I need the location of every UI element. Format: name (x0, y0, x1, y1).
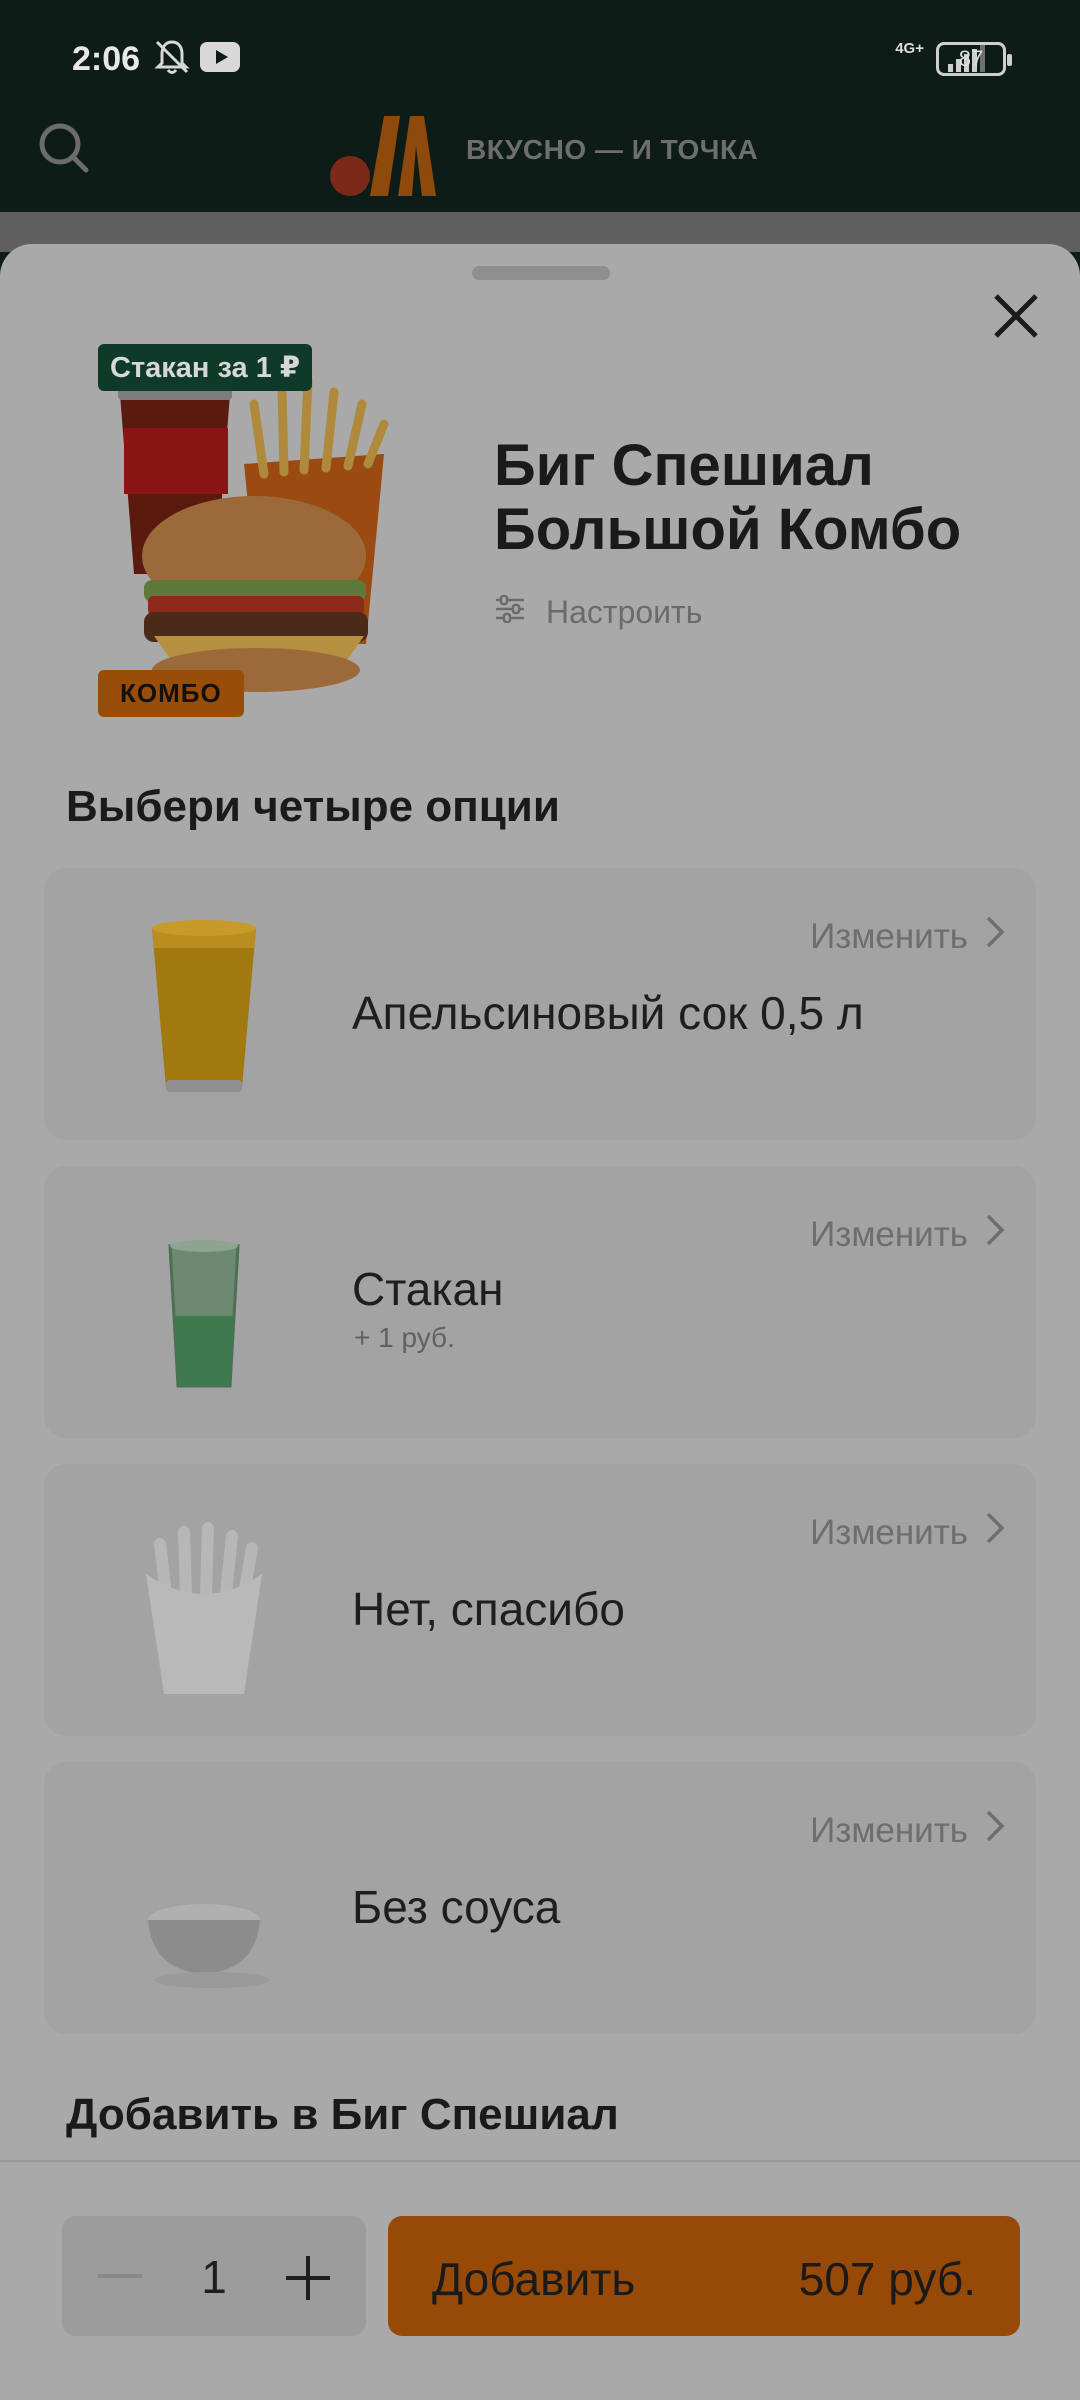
network-type: 4G+ (895, 40, 924, 57)
option-label: Стакан (352, 1263, 504, 1315)
option-card-sauce[interactable]: Изменить Без соуса (44, 1762, 1036, 2034)
glass-image (124, 1206, 284, 1406)
option-change-link[interactable]: Изменить (810, 914, 1006, 959)
product-title-line1: Биг Спешиал (494, 433, 874, 498)
option-card-juice[interactable]: Изменить Апельсиновый сок 0,5 л (44, 868, 1036, 1140)
option-change-label: Изменить (810, 1810, 968, 1850)
chevron-right-icon (984, 914, 1006, 959)
chevron-right-icon (984, 1212, 1006, 1257)
option-card-glass[interactable]: Изменить Стакан + 1 руб. (44, 1166, 1036, 1438)
add-button-label: Добавить (432, 2253, 636, 2305)
add-section-title: Добавить в Биг Спешиал (66, 2090, 619, 2139)
customize-label: Настроить (546, 594, 703, 630)
option-label: Без соуса (352, 1881, 561, 1933)
combo-badge: КОМБО (98, 670, 244, 717)
chevron-right-icon (984, 1808, 1006, 1853)
option-change-label: Изменить (810, 1512, 968, 1552)
fries-placeholder-image (124, 1504, 284, 1704)
brand-logo-icon (326, 106, 446, 207)
sauce-bowl-image (124, 1802, 284, 2002)
close-icon[interactable] (980, 280, 1050, 350)
quantity-stepper: 1 (62, 2216, 366, 2336)
customize-button[interactable]: Настроить (494, 594, 702, 631)
option-label: Апельсиновый сок 0,5 л (352, 987, 864, 1039)
product-image (94, 344, 424, 714)
add-to-cart-button[interactable]: Добавить 507 руб. (388, 2216, 1020, 2336)
option-card-fries[interactable]: Изменить Нет, спасибо (44, 1464, 1036, 1736)
plus-icon[interactable] (284, 2254, 332, 2302)
product-title: Биг Спешиал Большой Комбо (494, 434, 1034, 562)
option-change-link[interactable]: Изменить (810, 1808, 1006, 1853)
sheet-drag-handle[interactable] (472, 266, 610, 280)
search-icon[interactable] (36, 120, 92, 181)
sliders-icon (494, 594, 526, 631)
option-change-link[interactable]: Изменить (810, 1510, 1006, 1555)
promo-badge: Стакан за 1 ₽ (98, 344, 313, 391)
youtube-icon (200, 42, 240, 77)
footer-bar: 1 Добавить 507 руб. (0, 2162, 1080, 2400)
chevron-right-icon (984, 1510, 1006, 1555)
option-change-label: Изменить (810, 916, 968, 956)
notifications-muted-icon (154, 38, 190, 81)
orange-juice-image (124, 908, 284, 1108)
option-change-link[interactable]: Изменить (810, 1212, 1006, 1257)
option-change-label: Изменить (810, 1214, 968, 1254)
product-sheet: Стакан за 1 ₽ КОМБО Биг Спешиал Большой … (0, 244, 1080, 2400)
app-header: ВКУСНО — И ТОЧКА (0, 100, 1080, 212)
options-section-title: Выбери четыре опции (66, 782, 560, 831)
option-price-note: + 1 руб. (354, 1322, 455, 1353)
product-title-line2: Большой Комбо (494, 497, 962, 562)
option-label: Нет, спасибо (352, 1583, 625, 1635)
brand-name: ВКУСНО — И ТОЧКА (466, 134, 759, 165)
battery-indicator: 87 (936, 42, 1012, 76)
add-button-price: 507 руб. (798, 2253, 976, 2305)
status-time: 2:06 (72, 40, 141, 78)
